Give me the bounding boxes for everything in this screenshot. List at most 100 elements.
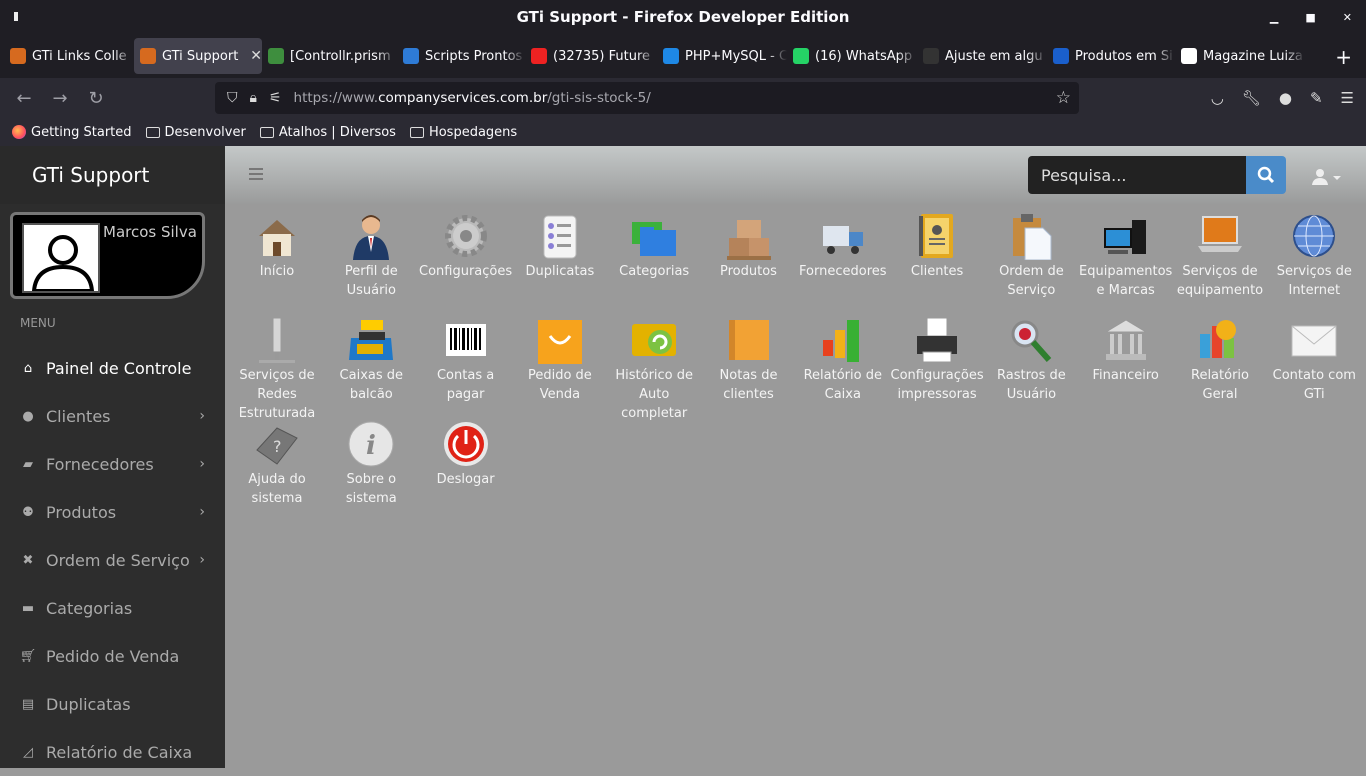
chevron-right-icon: › [199, 504, 205, 520]
dashboard-tile[interactable]: Serviços de Internet [1267, 212, 1361, 300]
hamburger-menu-icon[interactable]: ☰ [1341, 89, 1354, 107]
tab-item[interactable]: [Controllr.prism [262, 38, 397, 74]
bookmark-item[interactable]: Getting Started [12, 125, 132, 140]
account-icon[interactable]: ● [1279, 89, 1292, 107]
dashboard-tile[interactable]: Rastros de Usuário [984, 316, 1078, 404]
help-icon: ? [253, 420, 301, 468]
dashboard-tile[interactable]: Fornecedores [796, 212, 890, 281]
eyedropper-icon[interactable]: ✎ [1310, 89, 1323, 107]
clipboard-icon [1007, 212, 1055, 261]
dashboard-tile[interactable]: Clientes [890, 212, 984, 281]
window-menu-icon[interactable] [14, 12, 18, 21]
dashboard-tile[interactable]: Relatório de Caixa [796, 316, 890, 404]
dashboard-tile[interactable]: Início [230, 212, 324, 281]
tile-label: Serviços de Redes Estruturada [238, 368, 316, 421]
tile-label: Ordem de Serviço [999, 264, 1064, 298]
user-dropdown-button[interactable] [1311, 168, 1347, 190]
dashboard-tile[interactable]: Contas a pagar [419, 316, 513, 404]
dashboard-grid: Início Perfil de Usuário Configurações Dupl… [225, 204, 1366, 768]
brand-title[interactable]: GTi Support [0, 146, 225, 204]
dashboard-tile[interactable]: Equipamentos e Marcas [1079, 212, 1173, 300]
businessman-icon [347, 212, 395, 260]
dashboard-tile[interactable]: Configurações impressoras [890, 316, 984, 404]
new-tab-icon[interactable]: + [1335, 45, 1352, 69]
laptop-icon [1196, 212, 1244, 260]
dashboard-tile[interactable]: Configurações [419, 212, 513, 281]
shield-icon[interactable]: ⛉ [227, 90, 238, 106]
dashboard-tile[interactable]: Pedido de Venda [513, 316, 607, 404]
back-icon[interactable]: ← [6, 88, 42, 109]
dashboard-tile[interactable]: Serviços de Redes Estruturada [230, 316, 324, 423]
bookmark-item[interactable]: Hospedagens [409, 125, 517, 140]
permissions-icon[interactable]: ⚟ [269, 90, 282, 106]
dashboard-tile[interactable]: Duplicatas [513, 212, 607, 281]
lock-icon[interactable]: 🔒︎ [250, 90, 257, 106]
minimize-icon[interactable]: ▁ [1270, 11, 1278, 24]
sidebar-toggle-icon[interactable] [249, 168, 263, 180]
sidebar-item[interactable]: ◿ Relatório de Caixa [0, 728, 225, 776]
tab-item[interactable]: GTi Links Colle [4, 38, 134, 74]
dashboard-tile[interactable]: Relatório Geral [1173, 316, 1267, 404]
bookmark-item[interactable]: Desenvolver [145, 125, 246, 140]
envelope-icon [1290, 316, 1338, 364]
close-tab-icon[interactable]: ✕ [250, 48, 262, 64]
chevron-right-icon: › [199, 456, 205, 472]
dashboard-tile[interactable]: Produtos [702, 212, 796, 281]
tab-item[interactable]: Magazine Luiza [1175, 38, 1305, 74]
cart-icon: 🛒︎ [19, 648, 37, 664]
bookmark-star-icon[interactable]: ☆ [1056, 88, 1071, 108]
sidebar-item[interactable]: 🛒︎ Pedido de Venda [0, 632, 225, 680]
dashboard-tile[interactable]: Serviços de equipamento [1173, 212, 1267, 300]
folder-icon [145, 126, 160, 138]
reload-icon[interactable]: ↻ [78, 88, 114, 109]
tile-label: Ajuda do sistema [248, 472, 306, 506]
user-name: Marcos Silva [103, 223, 197, 241]
search-icon [1257, 166, 1275, 184]
pocket-icon[interactable]: ◡ [1211, 89, 1224, 107]
app-topbar: Pesquisa... [225, 146, 1366, 204]
dashboard-tile[interactable]: Categorias [607, 212, 701, 281]
globe-icon [1290, 212, 1338, 260]
tab-item[interactable]: PHP+MySQL - C [657, 38, 787, 74]
tab-item[interactable]: Produtos em Si [1047, 38, 1175, 74]
sidebar-item-label: Duplicatas [46, 694, 131, 714]
sidebar-item[interactable]: ✖ Ordem de Serviço › [0, 536, 225, 584]
sidebar-item[interactable]: ▤ Duplicatas [0, 680, 225, 728]
bookmark-item[interactable]: Atalhos | Diversos [259, 125, 396, 140]
close-window-icon[interactable]: ✕ [1343, 11, 1352, 24]
tab-item[interactable]: (16) WhatsApp [787, 38, 917, 74]
tile-label: Relatório Geral [1191, 368, 1249, 402]
dashboard-tile[interactable]: Notas de clientes [702, 316, 796, 404]
tile-label: Histórico de Auto completar [615, 368, 694, 421]
printer-icon [913, 316, 961, 364]
search-button[interactable] [1246, 156, 1286, 194]
dashboard-tile[interactable]: Deslogar [419, 420, 513, 489]
dashboard-tile[interactable]: i Sobre o sistema [324, 420, 418, 508]
tab-item[interactable]: Ajuste em algu [917, 38, 1047, 74]
dashboard-tile[interactable]: Contato com GTi [1267, 316, 1361, 404]
dashboard-tile[interactable]: Financeiro [1079, 316, 1173, 385]
forward-icon[interactable]: → [42, 88, 78, 109]
sidebar-item[interactable]: ⚉ Produtos › [0, 488, 225, 536]
power-icon [442, 420, 490, 468]
tab-item[interactable]: Scripts Prontos [397, 38, 525, 74]
devtools-wrench-icon[interactable]: 🔧︎ [1242, 89, 1261, 107]
url-bar[interactable]: ⛉ 🔒︎ ⚟ https://www.companyservices.com.b… [215, 82, 1079, 114]
tile-label: Serviços de Internet [1276, 264, 1352, 298]
sidebar-item[interactable]: ⌂ Painel de Controle [0, 344, 225, 392]
dashboard-tile[interactable]: ? Ajuda do sistema [230, 420, 324, 508]
sidebar-item[interactable]: ▰ Fornecedores › [0, 440, 225, 488]
tile-label: Configurações [419, 264, 513, 279]
url-text[interactable]: https://www.companyservices.com.br/gti-s… [294, 90, 651, 106]
tile-label: Equipamentos e Marcas [1079, 264, 1173, 298]
search-input[interactable]: Pesquisa... [1028, 156, 1246, 194]
maximize-icon[interactable]: ■ [1305, 11, 1315, 24]
tab-item[interactable]: (32735) Future [525, 38, 657, 74]
tab-item[interactable]: GTi Support ✕ [134, 38, 262, 74]
sidebar-item[interactable]: ▬ Categorias [0, 584, 225, 632]
dashboard-tile[interactable]: Perfil de Usuário [324, 212, 418, 300]
dashboard-tile[interactable]: Ordem de Serviço [984, 212, 1078, 300]
dashboard-tile[interactable]: Caixas de balcão [324, 316, 418, 404]
sidebar-item[interactable]: ● Clientes › [0, 392, 225, 440]
dashboard-tile[interactable]: Histórico de Auto completar [607, 316, 701, 423]
